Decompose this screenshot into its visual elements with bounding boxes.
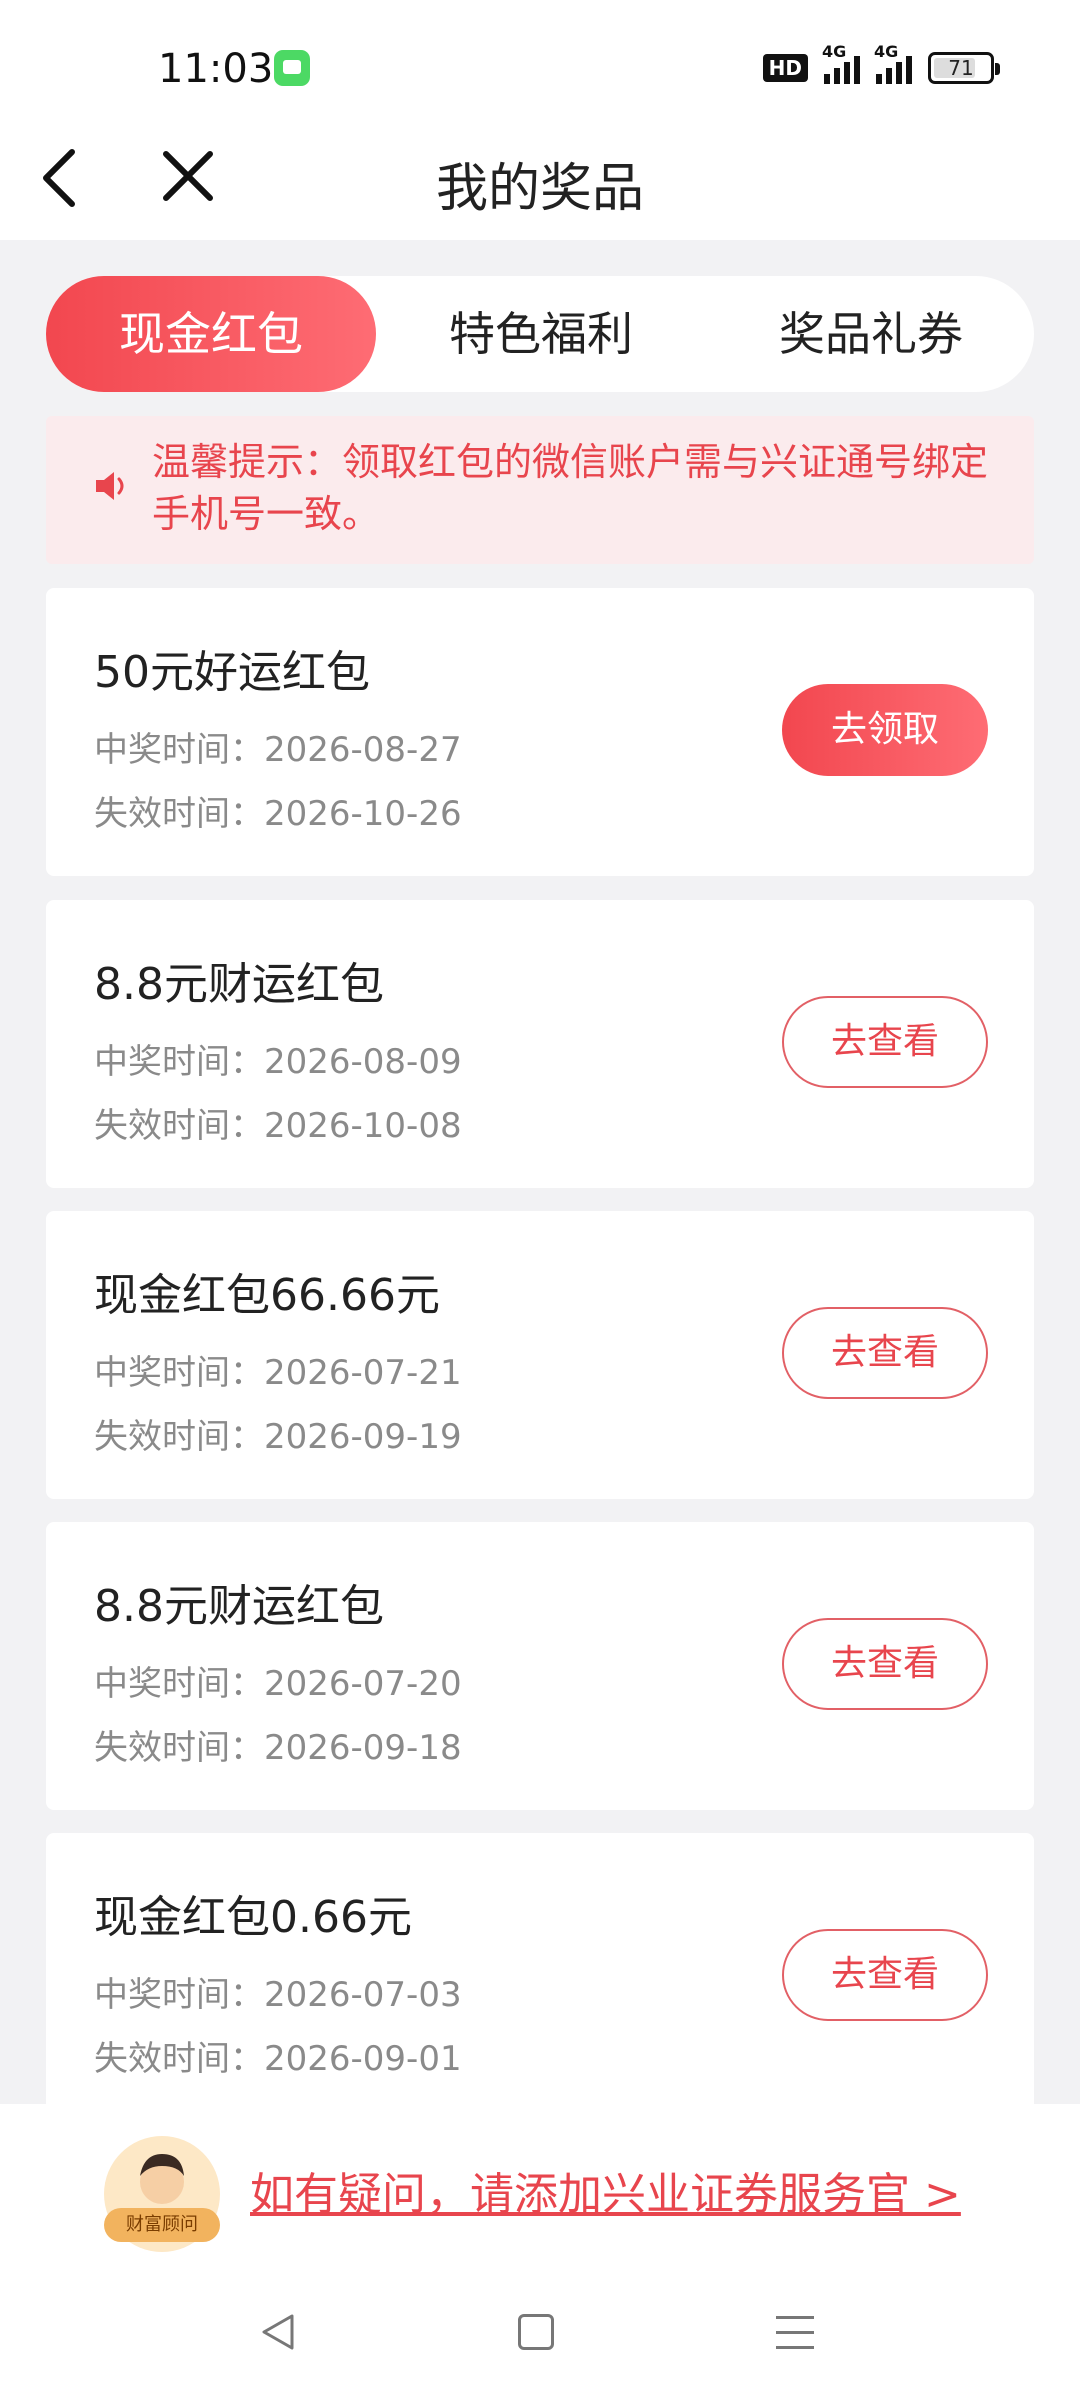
tab-special-benefits[interactable]: 特色福利 [376,276,706,392]
status-bar: 11:03 HD 4G 4G 71 [0,0,1080,140]
status-time: 11:03 [158,46,274,92]
message-app-icon [274,50,310,86]
speaker-icon [96,472,124,500]
prize-card: 50元好运红包 中奖时间：2026-08-27 失效时间：2026-10-26 … [46,588,1034,876]
tab-cash-red-packet[interactable]: 现金红包 [46,276,376,392]
win-time: 中奖时间：2026-08-09 [94,1042,462,1082]
prize-name: 50元好运红包 [94,647,370,698]
system-menu-icon[interactable] [776,2314,814,2352]
prize-name: 现金红包66.66元 [94,1270,440,1321]
view-button[interactable]: 去查看 [782,1929,988,2021]
expire-time: 失效时间：2026-09-19 [94,1417,462,1457]
battery-level: 71 [948,56,974,80]
win-time: 中奖时间：2026-07-21 [94,1353,462,1393]
system-indicators: HD 4G 4G 71 [762,42,1000,84]
expire-time: 失效时间：2026-09-01 [94,2039,462,2079]
battery-icon: 71 [928,52,1000,84]
prize-name: 8.8元财运红包 [94,959,384,1010]
expire-time: 失效时间：2026-10-08 [94,1106,462,1146]
hd-voice-icon: HD [762,54,808,82]
signal-icon-2: 4G [874,42,912,84]
system-home-icon[interactable] [518,2314,554,2350]
advisor-badge: 财富顾问 [104,2208,220,2242]
system-back-icon[interactable] [258,2312,298,2352]
view-button[interactable]: 去查看 [782,1307,988,1399]
prize-card: 现金红包0.66元 中奖时间：2026-07-03 失效时间：2026-09-0… [46,1833,1034,2121]
page-title: 我的奖品 [435,159,644,219]
win-time: 中奖时间：2026-08-27 [94,730,462,770]
tab-prize-coupons[interactable]: 奖品礼券 [706,276,1036,392]
notice-text: 温馨提示：领取红包的微信账户需与兴证通号绑定手机号一致。 [152,440,989,536]
prize-name: 现金红包0.66元 [94,1892,412,1943]
network-type-label-2: 4G [874,42,899,61]
prize-name: 8.8元财运红包 [94,1581,384,1632]
view-button[interactable]: 去查看 [782,996,988,1088]
notice-banner: 温馨提示：领取红包的微信账户需与兴证通号绑定手机号一致。 [46,416,1034,564]
win-time: 中奖时间：2026-07-03 [94,1975,462,2015]
win-time: 中奖时间：2026-07-20 [94,1664,462,1704]
tab-bar: 现金红包 特色福利 奖品礼券 [46,276,1034,392]
help-link[interactable]: 如有疑问，请添加兴业证券服务官 > [250,2158,961,2222]
network-type-label-1: 4G [822,42,847,61]
view-button[interactable]: 去查看 [782,1618,988,1710]
prize-card: 8.8元财运红包 中奖时间：2026-07-20 失效时间：2026-09-18… [46,1522,1034,1810]
expire-time: 失效时间：2026-10-26 [94,794,462,834]
prize-card: 现金红包66.66元 中奖时间：2026-07-21 失效时间：2026-09-… [46,1211,1034,1499]
expire-time: 失效时间：2026-09-18 [94,1728,462,1768]
claim-button[interactable]: 去领取 [782,684,988,776]
prize-card: 8.8元财运红包 中奖时间：2026-08-09 失效时间：2026-10-08… [46,900,1034,1188]
signal-icon-1: 4G [822,42,860,84]
